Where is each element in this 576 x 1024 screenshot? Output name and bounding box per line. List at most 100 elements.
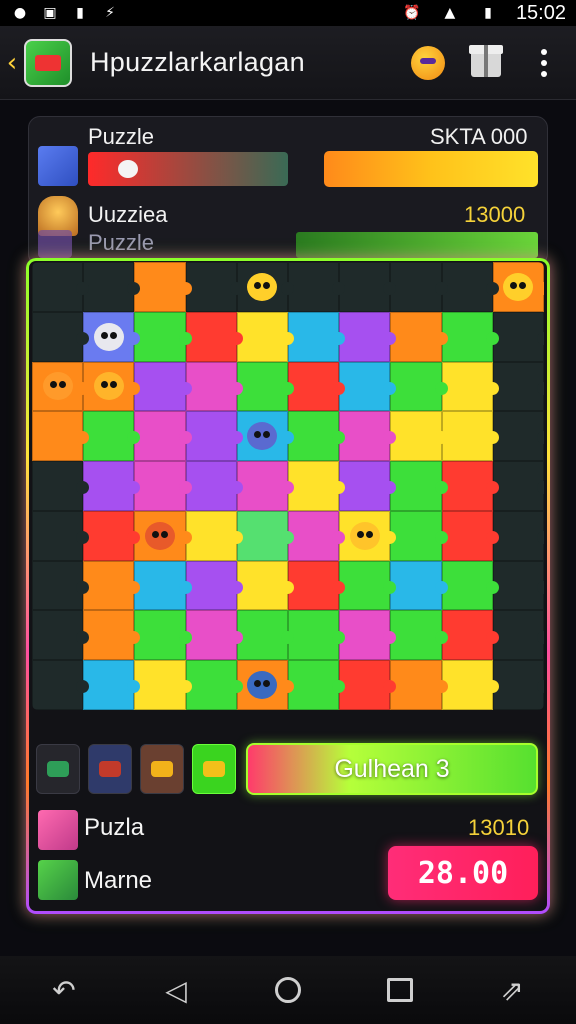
puzzle-piece[interactable] xyxy=(390,560,448,611)
puzzle-piece[interactable] xyxy=(339,361,397,412)
puzzle-piece[interactable] xyxy=(83,262,141,312)
puzzle-piece[interactable] xyxy=(390,510,448,561)
puzzle-piece[interactable] xyxy=(32,311,90,362)
puzzle-piece[interactable] xyxy=(83,411,141,462)
overflow-menu-button[interactable] xyxy=(518,37,570,89)
puzzle-piece[interactable] xyxy=(185,411,244,462)
puzzle-piece[interactable] xyxy=(441,411,500,462)
puzzle-piece[interactable] xyxy=(236,461,295,511)
puzzle-piece[interactable] xyxy=(492,361,544,412)
puzzle-piece[interactable] xyxy=(288,461,346,511)
puzzle-piece[interactable] xyxy=(236,660,295,710)
puzzle-piece[interactable] xyxy=(492,660,544,710)
puzzle-piece[interactable] xyxy=(134,411,192,462)
puzzle-piece[interactable] xyxy=(492,262,544,312)
puzzle-piece[interactable] xyxy=(492,411,544,462)
puzzle-piece[interactable] xyxy=(185,311,244,362)
puzzle-piece[interactable] xyxy=(288,560,346,611)
puzzle-piece[interactable] xyxy=(390,660,448,710)
mascot-button[interactable] xyxy=(402,37,454,89)
action-button[interactable]: Gulhean 3 xyxy=(246,743,538,795)
app-logo[interactable] xyxy=(24,38,72,87)
tool-worm[interactable] xyxy=(192,744,236,794)
puzzle-piece[interactable] xyxy=(339,560,397,611)
puzzle-piece[interactable] xyxy=(236,610,295,661)
puzzle-piece[interactable] xyxy=(441,560,500,611)
puzzle-piece[interactable] xyxy=(185,560,244,611)
puzzle-piece[interactable] xyxy=(134,510,192,561)
puzzle-piece[interactable] xyxy=(236,262,295,312)
puzzle-piece[interactable] xyxy=(134,361,192,412)
puzzle-piece[interactable] xyxy=(492,311,544,362)
puzzle-piece[interactable] xyxy=(390,311,448,362)
puzzle-piece[interactable] xyxy=(441,510,500,561)
tool-lizard[interactable] xyxy=(36,744,80,794)
tool-rocket[interactable] xyxy=(88,744,132,794)
puzzle-piece[interactable] xyxy=(236,311,295,362)
puzzle-piece[interactable] xyxy=(134,660,192,710)
puzzle-piece[interactable] xyxy=(236,510,295,561)
puzzle-piece[interactable] xyxy=(339,610,397,661)
puzzle-piece[interactable] xyxy=(236,560,295,611)
puzzle-piece[interactable] xyxy=(32,411,90,462)
puzzle-piece[interactable] xyxy=(339,411,397,462)
puzzle-piece[interactable] xyxy=(441,311,500,362)
puzzle-piece[interactable] xyxy=(492,610,544,661)
puzzle-piece[interactable] xyxy=(441,361,500,412)
puzzle-piece[interactable] xyxy=(185,610,244,661)
puzzle-piece[interactable] xyxy=(390,461,448,511)
puzzle-piece[interactable] xyxy=(83,660,141,710)
puzzle-piece[interactable] xyxy=(492,560,544,611)
puzzle-piece[interactable] xyxy=(390,262,448,312)
puzzle-piece[interactable] xyxy=(390,610,448,661)
puzzle-piece[interactable] xyxy=(339,461,397,511)
puzzle-piece[interactable] xyxy=(288,510,346,561)
puzzle-piece[interactable] xyxy=(288,311,346,362)
puzzle-piece[interactable] xyxy=(83,560,141,611)
puzzle-piece[interactable] xyxy=(339,311,397,362)
gift-button[interactable] xyxy=(460,37,512,89)
puzzle-piece[interactable] xyxy=(441,461,500,511)
external-icon[interactable]: ⇗ xyxy=(486,964,538,1016)
puzzle-piece[interactable] xyxy=(83,610,141,661)
puzzle-piece[interactable] xyxy=(339,660,397,710)
puzzle-piece[interactable] xyxy=(288,610,346,661)
puzzle-piece[interactable] xyxy=(288,262,346,312)
puzzle-piece[interactable] xyxy=(441,262,500,312)
puzzle-piece[interactable] xyxy=(236,411,295,462)
puzzle-piece[interactable] xyxy=(32,510,90,561)
puzzle-piece[interactable] xyxy=(441,660,500,710)
puzzle-piece[interactable] xyxy=(185,361,244,412)
puzzle-piece[interactable] xyxy=(32,560,90,611)
puzzle-piece[interactable] xyxy=(134,461,192,511)
puzzle-piece[interactable] xyxy=(83,461,141,511)
puzzle-piece[interactable] xyxy=(83,510,141,561)
puzzle-piece[interactable] xyxy=(32,660,90,710)
puzzle-piece[interactable] xyxy=(32,610,90,661)
puzzle-piece[interactable] xyxy=(185,461,244,511)
puzzle-piece[interactable] xyxy=(134,560,192,611)
back-triangle-icon[interactable]: ◁ xyxy=(150,964,202,1016)
back-icon[interactable]: ‹ xyxy=(2,43,22,83)
puzzle-piece[interactable] xyxy=(288,361,346,412)
home-circle-icon[interactable] xyxy=(262,964,314,1016)
puzzle-piece[interactable] xyxy=(339,262,397,312)
puzzle-piece[interactable] xyxy=(134,610,192,661)
puzzle-piece[interactable] xyxy=(185,660,244,710)
puzzle-piece[interactable] xyxy=(492,461,544,511)
puzzle-piece[interactable] xyxy=(185,262,244,312)
puzzle-piece[interactable] xyxy=(83,311,141,362)
puzzle-piece[interactable] xyxy=(390,361,448,412)
puzzle-piece[interactable] xyxy=(288,660,346,710)
puzzle-piece[interactable] xyxy=(32,262,90,312)
puzzle-piece[interactable] xyxy=(185,510,244,561)
puzzle-grid[interactable] xyxy=(32,262,544,710)
puzzle-piece[interactable] xyxy=(339,510,397,561)
undo-icon[interactable]: ↶ xyxy=(38,964,90,1016)
puzzle-piece[interactable] xyxy=(236,361,295,412)
puzzle-piece[interactable] xyxy=(134,262,192,312)
puzzle-piece[interactable] xyxy=(32,361,90,412)
puzzle-piece[interactable] xyxy=(83,361,141,412)
puzzle-piece[interactable] xyxy=(134,311,192,362)
puzzle-piece[interactable] xyxy=(492,510,544,561)
